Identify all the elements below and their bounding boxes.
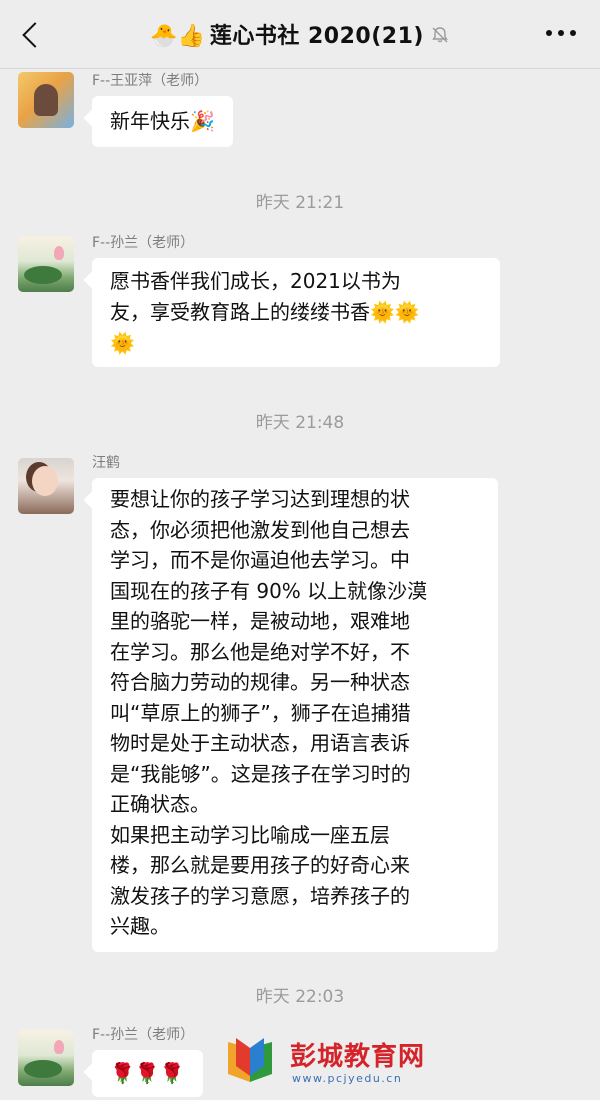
message-bubble[interactable]: 新年快乐🎉 (92, 96, 233, 147)
message-line: 兴趣。 (110, 914, 170, 938)
timestamp: 昨天 21:48 (255, 413, 345, 433)
message-line: 学习，而不是你逼迫他去学习。中 (110, 548, 410, 572)
sender-name: F--孙兰（老师） (92, 1027, 195, 1043)
book-logo-icon (228, 1038, 272, 1082)
message-line: 如果把主动学习比喻成一座五层 (110, 822, 390, 847)
sender-name: 汪鹤 (92, 455, 120, 471)
watermark-url: www.pcjyedu.cn (292, 1072, 403, 1085)
message-line: 是“我能够”。这是孩子在学习时的 (110, 761, 411, 786)
avatar[interactable] (18, 236, 74, 292)
message-text: 新年快乐🎉 (110, 109, 215, 133)
mute-bell-icon (432, 27, 448, 43)
sender-name: F--孙兰（老师） (92, 235, 195, 251)
avatar[interactable] (18, 72, 74, 128)
message-line: 激发孩子的学习意愿，培养孩子的 (110, 883, 410, 908)
message-line: 符合脑力劳动的规律。另一种状态 (110, 670, 410, 694)
title-emoji: 🐣👍 (150, 24, 206, 49)
message-line: 要想让你的孩子学习达到理想的状 (110, 487, 410, 511)
message-line: 里的骆驼一样，是被动地，艰难地 (110, 609, 410, 633)
chat-title[interactable]: 🐣👍 莲心书社 2020(21) (0, 18, 600, 50)
message-line: 愿书香伴我们成长，2021以书为 (110, 269, 401, 293)
watermark-brand: 彭城教育网 (290, 1042, 426, 1072)
message-line: 友，享受教育路上的缕缕书香🌞🌞 (110, 300, 420, 324)
message-line: 物时是处于主动状态，用语言表诉 (110, 731, 410, 755)
timestamp: 昨天 22:03 (255, 987, 345, 1007)
message-line: 🌞 (110, 331, 135, 355)
timestamp: 昨天 21:21 (255, 193, 345, 213)
message-line: 楼，那么就是要用孩子的好奇心来 (110, 853, 410, 877)
message-line: 态，你必须把他激发到他自己想去 (110, 517, 410, 542)
more-options-icon[interactable] (546, 30, 578, 38)
message-line: 正确状态。 (110, 792, 210, 816)
avatar[interactable] (18, 458, 74, 514)
message-bubble[interactable]: 🌹🌹🌹 (92, 1050, 203, 1097)
sender-name: F--王亚萍（老师） (92, 73, 209, 89)
message-bubble[interactable]: 愿书香伴我们成长，2021以书为 友，享受教育路上的缕缕书香🌞🌞 🌞 (92, 258, 500, 367)
group-name: 莲心书社 2020(21) (209, 24, 424, 49)
chat-header: 🐣👍 莲心书社 2020(21) (0, 0, 600, 69)
site-watermark: 彭城教育网 www.pcjyedu.cn (222, 1034, 452, 1090)
message-line: 国现在的孩子有 90% 以上就像沙漠 (110, 578, 428, 603)
message-text: 🌹🌹🌹 (110, 1061, 185, 1085)
message-line: 叫“草原上的狮子”，狮子在追捕猎 (110, 700, 411, 725)
message-line: 在学习。那么他是绝对学不好，不 (110, 639, 410, 664)
message-bubble[interactable]: 要想让你的孩子学习达到理想的状 态，你必须把他激发到他自己想去 学习，而不是你逼… (92, 478, 498, 952)
avatar[interactable] (18, 1030, 74, 1086)
